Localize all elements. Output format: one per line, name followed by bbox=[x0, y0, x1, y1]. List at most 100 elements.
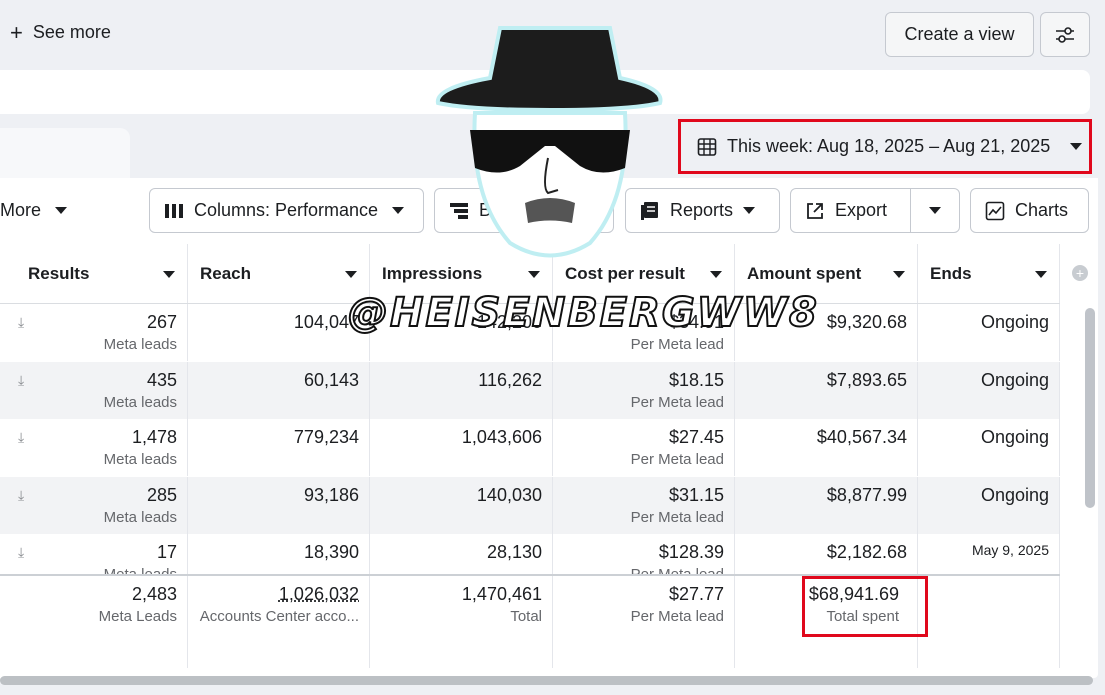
sort-icon bbox=[345, 271, 357, 278]
cpr-sub: Per Meta lead bbox=[630, 508, 724, 526]
total-results-value: 2,483 bbox=[131, 584, 177, 604]
cell-reach: 60,143 bbox=[188, 361, 370, 419]
columns-dropdown[interactable]: Columns: Performance bbox=[149, 188, 424, 233]
add-column-icon[interactable]: + bbox=[1072, 265, 1088, 281]
reach-value: 60,143 bbox=[303, 369, 359, 390]
ends-value: Ongoing bbox=[980, 369, 1049, 390]
export-chevron-down-icon[interactable] bbox=[929, 207, 941, 214]
more-label: More bbox=[0, 200, 42, 220]
see-more-button[interactable]: + See more bbox=[10, 19, 111, 45]
chevron-down-icon bbox=[1070, 143, 1083, 150]
impressions-value: 116,262 bbox=[478, 369, 542, 390]
table-row[interactable]: ⤓ 435 Meta leads 60,143 116,262 $18.15 Per Met… bbox=[0, 361, 1060, 419]
sort-icon bbox=[710, 271, 722, 278]
create-view-button[interactable]: Create a view bbox=[885, 12, 1034, 57]
export-icon bbox=[807, 202, 823, 219]
spent-value: $8,877.99 bbox=[826, 484, 907, 505]
export-label: Export bbox=[835, 200, 888, 220]
total-results: 2,483 Meta Leads bbox=[0, 576, 188, 668]
sort-icon bbox=[1035, 271, 1047, 278]
cell-reach: 779,234 bbox=[188, 419, 370, 476]
results-value: 17 bbox=[156, 542, 177, 562]
spent-value: $7,893.65 bbox=[826, 369, 907, 390]
results-sub: Meta leads bbox=[103, 508, 177, 526]
cell-spent: $7,893.65 bbox=[735, 361, 918, 419]
header-reach[interactable]: Reach bbox=[188, 244, 370, 303]
reach-value: 779,234 bbox=[293, 427, 359, 447]
header-label: Reach bbox=[200, 263, 252, 283]
export-button[interactable]: Export bbox=[790, 188, 960, 233]
cpr-sub: Per Meta lead bbox=[630, 393, 724, 411]
results-sub: Meta leads bbox=[103, 393, 177, 411]
results-value: 1,478 bbox=[131, 427, 177, 447]
impressions-value: 28,130 bbox=[486, 542, 542, 562]
cell-cpr: $27.45 Per Meta lead bbox=[553, 419, 735, 476]
sort-icon bbox=[528, 271, 540, 278]
create-view-label: Create a view bbox=[904, 24, 1015, 44]
calendar-table-icon bbox=[697, 137, 717, 156]
columns-icon bbox=[165, 203, 183, 218]
total-impressions: 1,470,461 Total bbox=[370, 576, 553, 668]
total-reach-value[interactable]: 1,026,032 bbox=[188, 584, 359, 605]
header-results[interactable]: Results bbox=[16, 244, 188, 303]
more-dropdown[interactable]: More bbox=[0, 200, 68, 221]
header-label: Amount spent bbox=[747, 263, 862, 283]
total-reach-sub: Accounts Center acco... bbox=[199, 608, 359, 625]
total-impressions-sub: Total bbox=[510, 608, 542, 625]
reach-value: 18,390 bbox=[303, 542, 359, 562]
total-cpr-sub: Per Meta lead bbox=[630, 608, 724, 625]
header-label: Cost per result bbox=[565, 263, 685, 283]
chart-line-icon bbox=[985, 201, 1005, 220]
results-value: 435 bbox=[146, 369, 177, 390]
cell-results: 435 Meta leads bbox=[0, 361, 188, 419]
chevron-down-icon bbox=[55, 207, 68, 214]
chevron-down-icon bbox=[743, 207, 756, 214]
ends-value: May 9, 2025 bbox=[971, 542, 1049, 558]
total-results-sub: Meta Leads bbox=[98, 608, 177, 625]
results-sub: Meta leads bbox=[103, 336, 177, 353]
cpr-sub: Per Meta lead bbox=[630, 451, 724, 468]
filter-settings-button[interactable] bbox=[1040, 12, 1090, 57]
tab-active[interactable] bbox=[0, 128, 130, 180]
table-row[interactable]: ⤓ 1,478 Meta leads 779,234 1,043,606 $27.45 Pe… bbox=[0, 419, 1060, 476]
sliders-icon bbox=[1056, 26, 1074, 43]
charts-button[interactable]: Charts bbox=[970, 188, 1089, 233]
ends-value: Ongoing bbox=[980, 484, 1049, 505]
cpr-value: $18.15 bbox=[668, 369, 724, 390]
results-sub: Meta leads bbox=[103, 451, 177, 468]
ends-value: Ongoing bbox=[980, 312, 1049, 332]
chevron-down-icon bbox=[392, 207, 405, 214]
watermark-text: @HEISENBERGWW8 bbox=[347, 289, 819, 337]
vertical-scrollbar[interactable] bbox=[1085, 308, 1095, 508]
columns-label: Columns: Performance bbox=[194, 200, 379, 220]
cpr-sub: Per Meta lead bbox=[630, 336, 724, 353]
charts-label: Charts bbox=[1015, 200, 1069, 220]
table-row[interactable]: ⤓ 285 Meta leads 93,186 140,030 $31.15 Per Met… bbox=[0, 476, 1060, 534]
cell-impressions: 116,262 bbox=[370, 361, 553, 419]
date-range-picker[interactable]: This week: Aug 18, 2025 – Aug 21, 2025 bbox=[678, 119, 1092, 174]
horizontal-scrollbar[interactable] bbox=[0, 676, 1093, 685]
results-value: 285 bbox=[146, 484, 177, 505]
ends-value: Ongoing bbox=[980, 427, 1049, 447]
header-label: Impressions bbox=[382, 263, 483, 283]
spent-value: $2,182.68 bbox=[826, 542, 907, 562]
cpr-value: $31.15 bbox=[668, 484, 724, 505]
reach-value: 104,047 bbox=[293, 312, 359, 332]
cell-ends: Ongoing bbox=[918, 476, 1060, 534]
cell-reach: 93,186 bbox=[188, 476, 370, 534]
cell-ends: Ongoing bbox=[918, 304, 1060, 361]
total-cpr-value: $27.77 bbox=[668, 584, 724, 604]
sort-icon bbox=[893, 271, 905, 278]
sort-icon bbox=[163, 271, 175, 278]
total-cpr: $27.77 Per Meta lead bbox=[553, 576, 735, 668]
cell-ends: Ongoing bbox=[918, 419, 1060, 476]
header-label: Results bbox=[28, 263, 90, 283]
highlight-box bbox=[802, 576, 928, 637]
cell-cpr: $31.15 Per Meta lead bbox=[553, 476, 735, 534]
reach-value: 93,186 bbox=[303, 484, 359, 505]
header-ends[interactable]: Ends bbox=[918, 244, 1060, 303]
cell-ends: Ongoing bbox=[918, 361, 1060, 419]
impressions-value: 1,043,606 bbox=[461, 427, 542, 447]
plus-icon: + bbox=[10, 19, 23, 45]
total-ends bbox=[918, 576, 1060, 668]
